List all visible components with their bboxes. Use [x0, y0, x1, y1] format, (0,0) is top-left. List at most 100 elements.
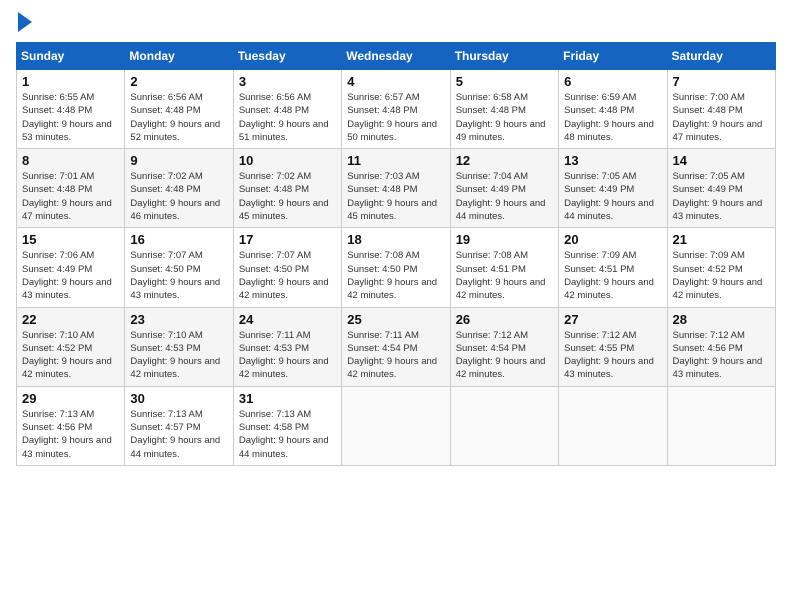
page-header [16, 16, 776, 32]
cell-info: Sunrise: 6:59 AMSunset: 4:48 PMDaylight:… [564, 91, 661, 144]
cell-info: Sunrise: 6:58 AMSunset: 4:48 PMDaylight:… [456, 91, 553, 144]
cell-info: Sunrise: 7:10 AMSunset: 4:53 PMDaylight:… [130, 329, 227, 382]
calendar-day-header: Sunday [17, 43, 125, 70]
calendar-week-row: 8 Sunrise: 7:01 AMSunset: 4:48 PMDayligh… [17, 149, 776, 228]
cell-date: 7 [673, 74, 770, 89]
cell-date: 31 [239, 391, 336, 406]
cell-info: Sunrise: 7:10 AMSunset: 4:52 PMDaylight:… [22, 329, 119, 382]
calendar-week-row: 15 Sunrise: 7:06 AMSunset: 4:49 PMDaylig… [17, 228, 776, 307]
cell-info: Sunrise: 6:56 AMSunset: 4:48 PMDaylight:… [130, 91, 227, 144]
cell-info: Sunrise: 7:05 AMSunset: 4:49 PMDaylight:… [673, 170, 770, 223]
cell-date: 19 [456, 232, 553, 247]
cell-date: 9 [130, 153, 227, 168]
calendar-cell: 11 Sunrise: 7:03 AMSunset: 4:48 PMDaylig… [342, 149, 450, 228]
calendar-cell: 14 Sunrise: 7:05 AMSunset: 4:49 PMDaylig… [667, 149, 775, 228]
calendar-header-row: SundayMondayTuesdayWednesdayThursdayFrid… [17, 43, 776, 70]
cell-date: 11 [347, 153, 444, 168]
calendar-cell: 5 Sunrise: 6:58 AMSunset: 4:48 PMDayligh… [450, 70, 558, 149]
cell-info: Sunrise: 7:08 AMSunset: 4:50 PMDaylight:… [347, 249, 444, 302]
calendar-cell: 19 Sunrise: 7:08 AMSunset: 4:51 PMDaylig… [450, 228, 558, 307]
calendar-cell: 12 Sunrise: 7:04 AMSunset: 4:49 PMDaylig… [450, 149, 558, 228]
calendar-cell: 29 Sunrise: 7:13 AMSunset: 4:56 PMDaylig… [17, 386, 125, 465]
calendar-cell: 15 Sunrise: 7:06 AMSunset: 4:49 PMDaylig… [17, 228, 125, 307]
cell-info: Sunrise: 7:07 AMSunset: 4:50 PMDaylight:… [239, 249, 336, 302]
logo-arrow-icon [18, 12, 32, 32]
calendar-cell: 7 Sunrise: 7:00 AMSunset: 4:48 PMDayligh… [667, 70, 775, 149]
calendar-day-header: Wednesday [342, 43, 450, 70]
calendar-day-header: Saturday [667, 43, 775, 70]
cell-date: 27 [564, 312, 661, 327]
cell-date: 1 [22, 74, 119, 89]
calendar-cell: 2 Sunrise: 6:56 AMSunset: 4:48 PMDayligh… [125, 70, 233, 149]
calendar-cell: 27 Sunrise: 7:12 AMSunset: 4:55 PMDaylig… [559, 307, 667, 386]
cell-date: 26 [456, 312, 553, 327]
calendar-day-header: Tuesday [233, 43, 341, 70]
calendar-cell: 9 Sunrise: 7:02 AMSunset: 4:48 PMDayligh… [125, 149, 233, 228]
cell-info: Sunrise: 7:05 AMSunset: 4:49 PMDaylight:… [564, 170, 661, 223]
cell-info: Sunrise: 7:08 AMSunset: 4:51 PMDaylight:… [456, 249, 553, 302]
cell-date: 8 [22, 153, 119, 168]
calendar-day-header: Friday [559, 43, 667, 70]
cell-date: 25 [347, 312, 444, 327]
cell-date: 30 [130, 391, 227, 406]
calendar-cell [667, 386, 775, 465]
cell-date: 22 [22, 312, 119, 327]
cell-info: Sunrise: 7:13 AMSunset: 4:57 PMDaylight:… [130, 408, 227, 461]
cell-info: Sunrise: 7:12 AMSunset: 4:56 PMDaylight:… [673, 329, 770, 382]
calendar-table: SundayMondayTuesdayWednesdayThursdayFrid… [16, 42, 776, 466]
calendar-cell: 24 Sunrise: 7:11 AMSunset: 4:53 PMDaylig… [233, 307, 341, 386]
cell-info: Sunrise: 7:04 AMSunset: 4:49 PMDaylight:… [456, 170, 553, 223]
calendar-cell: 23 Sunrise: 7:10 AMSunset: 4:53 PMDaylig… [125, 307, 233, 386]
cell-date: 14 [673, 153, 770, 168]
cell-date: 6 [564, 74, 661, 89]
cell-date: 3 [239, 74, 336, 89]
calendar-cell: 21 Sunrise: 7:09 AMSunset: 4:52 PMDaylig… [667, 228, 775, 307]
cell-date: 21 [673, 232, 770, 247]
calendar-cell: 22 Sunrise: 7:10 AMSunset: 4:52 PMDaylig… [17, 307, 125, 386]
calendar-cell: 10 Sunrise: 7:02 AMSunset: 4:48 PMDaylig… [233, 149, 341, 228]
cell-info: Sunrise: 7:13 AMSunset: 4:58 PMDaylight:… [239, 408, 336, 461]
cell-info: Sunrise: 7:07 AMSunset: 4:50 PMDaylight:… [130, 249, 227, 302]
calendar-cell: 28 Sunrise: 7:12 AMSunset: 4:56 PMDaylig… [667, 307, 775, 386]
cell-date: 16 [130, 232, 227, 247]
cell-date: 4 [347, 74, 444, 89]
calendar-cell: 30 Sunrise: 7:13 AMSunset: 4:57 PMDaylig… [125, 386, 233, 465]
cell-info: Sunrise: 7:12 AMSunset: 4:54 PMDaylight:… [456, 329, 553, 382]
calendar-week-row: 29 Sunrise: 7:13 AMSunset: 4:56 PMDaylig… [17, 386, 776, 465]
cell-date: 24 [239, 312, 336, 327]
cell-date: 12 [456, 153, 553, 168]
cell-date: 13 [564, 153, 661, 168]
calendar-cell: 16 Sunrise: 7:07 AMSunset: 4:50 PMDaylig… [125, 228, 233, 307]
calendar-cell: 26 Sunrise: 7:12 AMSunset: 4:54 PMDaylig… [450, 307, 558, 386]
cell-date: 18 [347, 232, 444, 247]
cell-info: Sunrise: 7:01 AMSunset: 4:48 PMDaylight:… [22, 170, 119, 223]
cell-date: 20 [564, 232, 661, 247]
cell-info: Sunrise: 7:02 AMSunset: 4:48 PMDaylight:… [130, 170, 227, 223]
cell-info: Sunrise: 7:13 AMSunset: 4:56 PMDaylight:… [22, 408, 119, 461]
calendar-cell: 8 Sunrise: 7:01 AMSunset: 4:48 PMDayligh… [17, 149, 125, 228]
cell-date: 5 [456, 74, 553, 89]
cell-date: 10 [239, 153, 336, 168]
cell-info: Sunrise: 7:03 AMSunset: 4:48 PMDaylight:… [347, 170, 444, 223]
cell-info: Sunrise: 7:11 AMSunset: 4:53 PMDaylight:… [239, 329, 336, 382]
cell-info: Sunrise: 6:55 AMSunset: 4:48 PMDaylight:… [22, 91, 119, 144]
cell-date: 2 [130, 74, 227, 89]
calendar-cell: 20 Sunrise: 7:09 AMSunset: 4:51 PMDaylig… [559, 228, 667, 307]
calendar-week-row: 1 Sunrise: 6:55 AMSunset: 4:48 PMDayligh… [17, 70, 776, 149]
cell-info: Sunrise: 7:06 AMSunset: 4:49 PMDaylight:… [22, 249, 119, 302]
calendar-cell: 1 Sunrise: 6:55 AMSunset: 4:48 PMDayligh… [17, 70, 125, 149]
calendar-cell: 17 Sunrise: 7:07 AMSunset: 4:50 PMDaylig… [233, 228, 341, 307]
cell-info: Sunrise: 7:12 AMSunset: 4:55 PMDaylight:… [564, 329, 661, 382]
calendar-cell: 18 Sunrise: 7:08 AMSunset: 4:50 PMDaylig… [342, 228, 450, 307]
cell-date: 15 [22, 232, 119, 247]
cell-info: Sunrise: 7:02 AMSunset: 4:48 PMDaylight:… [239, 170, 336, 223]
cell-info: Sunrise: 6:56 AMSunset: 4:48 PMDaylight:… [239, 91, 336, 144]
calendar-cell [450, 386, 558, 465]
calendar-cell: 31 Sunrise: 7:13 AMSunset: 4:58 PMDaylig… [233, 386, 341, 465]
calendar-week-row: 22 Sunrise: 7:10 AMSunset: 4:52 PMDaylig… [17, 307, 776, 386]
calendar-cell: 13 Sunrise: 7:05 AMSunset: 4:49 PMDaylig… [559, 149, 667, 228]
calendar-day-header: Monday [125, 43, 233, 70]
calendar-cell [559, 386, 667, 465]
cell-date: 17 [239, 232, 336, 247]
cell-info: Sunrise: 7:09 AMSunset: 4:52 PMDaylight:… [673, 249, 770, 302]
